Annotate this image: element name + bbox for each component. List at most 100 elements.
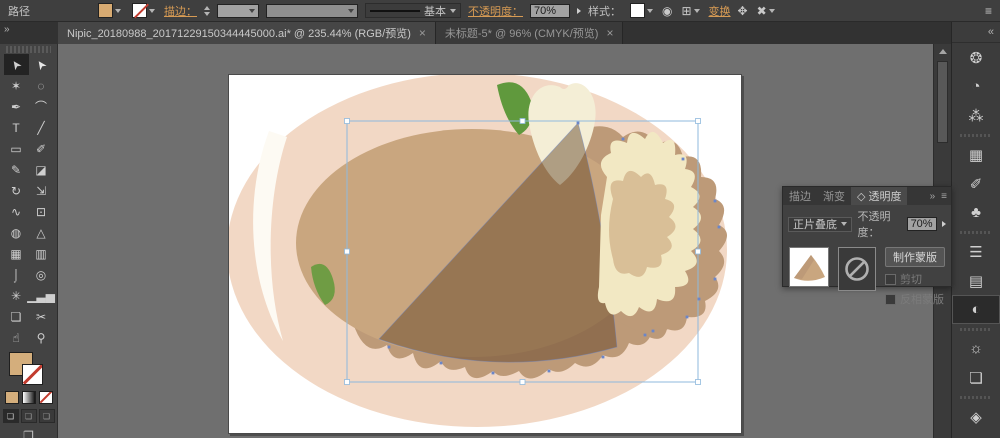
tool-selection[interactable]: ➤ xyxy=(3,54,29,75)
tool-direct-selection[interactable]: ➤ xyxy=(29,54,54,75)
scrollbar-thumb[interactable] xyxy=(937,61,948,143)
dock-swatches-icon[interactable]: ▦ xyxy=(952,140,1000,169)
none-button[interactable] xyxy=(38,391,53,404)
scroll-up-arrow[interactable] xyxy=(934,44,951,59)
style-dropdown[interactable] xyxy=(628,3,655,18)
panel-dock: « ❂◔⁂ ▦✐♣ ☰▤◐ ☼❏ ◈❐ xyxy=(951,22,1000,438)
stroke-weight-stepper[interactable] xyxy=(204,5,210,16)
tool-scale[interactable]: ⇲ xyxy=(29,180,54,201)
tool-blend[interactable]: ◎ xyxy=(29,264,54,285)
close-icon[interactable]: × xyxy=(606,26,613,40)
document-tab-2[interactable]: 未标题-5* @ 96% (CMYK/预览) × xyxy=(435,22,624,44)
tool-column-graph[interactable]: ▁▃▅ xyxy=(27,285,55,306)
dock-layers-icon[interactable]: ◈ xyxy=(952,402,1000,431)
dock-appearance-icon[interactable]: ☼ xyxy=(952,334,1000,363)
tool-gradient[interactable]: ▥ xyxy=(29,243,54,264)
dock-symbols-icon[interactable]: ♣ xyxy=(952,198,1000,227)
tool-symbol-sprayer[interactable]: ✳ xyxy=(4,285,29,306)
tool-type[interactable]: T xyxy=(4,117,29,138)
stroke-weight-label[interactable]: 描边： xyxy=(164,3,197,19)
dock-brushes-icon[interactable]: ✐ xyxy=(952,169,1000,198)
tool-line-segment[interactable]: ╱ xyxy=(29,117,54,138)
tool-rotate[interactable]: ↻ xyxy=(4,180,29,201)
tool-slice[interactable]: ✂ xyxy=(29,306,54,327)
distort-options-button[interactable]: ✖ xyxy=(755,3,777,18)
stroke-profile-dropdown[interactable] xyxy=(266,3,358,18)
tool-free-transform[interactable]: ⊡ xyxy=(29,201,54,222)
tool-width[interactable]: ∿ xyxy=(4,201,29,222)
blend-mode-dropdown[interactable]: 正片叠底 xyxy=(788,216,853,232)
tool-magic-wand[interactable]: ✶ xyxy=(4,75,29,96)
tool-pencil[interactable]: ✎ xyxy=(4,159,29,180)
opacity-label[interactable]: 不透明度： xyxy=(468,3,523,19)
draw-inside-mode-button[interactable]: ❏ xyxy=(38,409,55,423)
opacity-mask-slot[interactable] xyxy=(838,247,876,291)
opacity-field[interactable]: 70% xyxy=(530,3,570,18)
screen-mode-button[interactable]: ❐ xyxy=(20,429,38,438)
opacity-expand-arrow[interactable] xyxy=(577,7,581,14)
tool-zoom[interactable]: ⚲ xyxy=(29,327,54,348)
brush-definition-dropdown[interactable]: 基本 xyxy=(365,3,461,18)
tab-transparency[interactable]: ◇ 透明度 xyxy=(851,187,908,205)
drawing-mode-buttons: ❏ ❏ ❏ xyxy=(0,409,57,423)
tool-mesh[interactable]: ▦ xyxy=(4,243,29,264)
dock-color-guide-icon[interactable]: ⁂ xyxy=(952,101,1000,130)
dock-color-icon[interactable]: ❂ xyxy=(952,43,1000,72)
clip-checkbox[interactable]: 剪切 xyxy=(885,271,945,287)
tool-shape-builder[interactable]: ◍ xyxy=(4,222,29,243)
color-button[interactable] xyxy=(4,391,19,404)
transform-label[interactable]: 变换 xyxy=(709,3,731,19)
dock-group-divider xyxy=(960,131,992,139)
toolbar-collapse-button[interactable]: » xyxy=(0,22,58,44)
recolor-artwork-icon[interactable]: ◉ xyxy=(662,5,672,17)
dock-artboards-icon[interactable]: ❐ xyxy=(952,431,1000,438)
panel-opacity-label: 不透明度： xyxy=(857,211,891,239)
tool-pen[interactable]: ✒ xyxy=(4,96,29,117)
dock-graphic-styles-icon[interactable]: ❏ xyxy=(952,363,1000,392)
panel-menu-icon[interactable]: ≡ xyxy=(985,5,992,17)
dock-stroke-icon[interactable]: ☰ xyxy=(952,237,1000,266)
illustrator-window: 路径 描边： 基本 不透明度： 70% 样式： ◉ ⊞ 变换 ✥ ✖ ≡ » N… xyxy=(0,0,1000,438)
free-transform-icon[interactable]: ✥ xyxy=(738,5,748,17)
fill-color-dropdown[interactable] xyxy=(96,3,123,18)
tool-paintbrush[interactable]: ✐ xyxy=(29,138,54,159)
tab-gradient[interactable]: 渐变 xyxy=(817,187,851,205)
panel-opacity-field[interactable]: 70% xyxy=(906,217,937,231)
fill-color-swatch[interactable] xyxy=(98,3,113,18)
stroke-none-swatch[interactable] xyxy=(132,3,149,19)
artboard[interactable] xyxy=(228,74,742,434)
distort-icon: ✖ xyxy=(756,3,767,18)
invert-mask-checkbox[interactable]: 反相蒙版 xyxy=(885,291,945,307)
close-icon[interactable]: × xyxy=(419,26,426,40)
dock-expand-button[interactable]: « xyxy=(952,22,1000,43)
tool-hand[interactable]: ☝ xyxy=(4,327,29,348)
dock-transparency-icon[interactable]: ◐ xyxy=(952,295,1000,324)
document-tab-1[interactable]: Nipic_20180988_20171229150344445000.ai* … xyxy=(58,22,436,44)
gradient-button[interactable] xyxy=(21,391,36,404)
style-swatch[interactable] xyxy=(630,3,645,18)
stroke-weight-field[interactable] xyxy=(217,3,259,18)
panel-opacity-expand-arrow[interactable] xyxy=(942,221,946,227)
panel-flyout-menu-icon[interactable]: ≡ xyxy=(941,191,947,202)
object-thumbnail[interactable] xyxy=(789,247,829,287)
blend-controls: 正片叠底 不透明度： 70% xyxy=(783,205,951,243)
dock-gradient-icon[interactable]: ▤ xyxy=(952,266,1000,295)
draw-behind-mode-button[interactable]: ❏ xyxy=(20,409,37,423)
tool-eyedropper[interactable]: ⌡ xyxy=(4,264,29,285)
panel-collapse-icon[interactable]: » xyxy=(930,191,936,202)
tab-stroke[interactable]: 描边 xyxy=(783,187,817,205)
tools-panel-drag-bar[interactable] xyxy=(6,46,51,53)
dock-gradient-quarter-icon[interactable]: ◔ xyxy=(952,72,1000,101)
tool-rectangle[interactable]: ▭ xyxy=(4,138,29,159)
selection-type-label: 路径 xyxy=(8,5,30,18)
draw-normal-mode-button[interactable]: ❏ xyxy=(2,409,19,423)
stroke-indicator-none[interactable] xyxy=(21,364,43,385)
tool-eraser[interactable]: ◪ xyxy=(29,159,54,180)
tool-artboard[interactable]: ❏ xyxy=(4,306,29,327)
tool-perspective-grid[interactable]: △ xyxy=(29,222,54,243)
stroke-color-dropdown[interactable] xyxy=(130,3,157,19)
make-mask-button[interactable]: 制作蒙版 xyxy=(885,247,945,267)
tool-curvature[interactable]: ⌒ xyxy=(29,96,54,117)
align-options-button[interactable]: ⊞ xyxy=(679,3,701,18)
tool-lasso[interactable]: ◌ xyxy=(29,75,54,96)
